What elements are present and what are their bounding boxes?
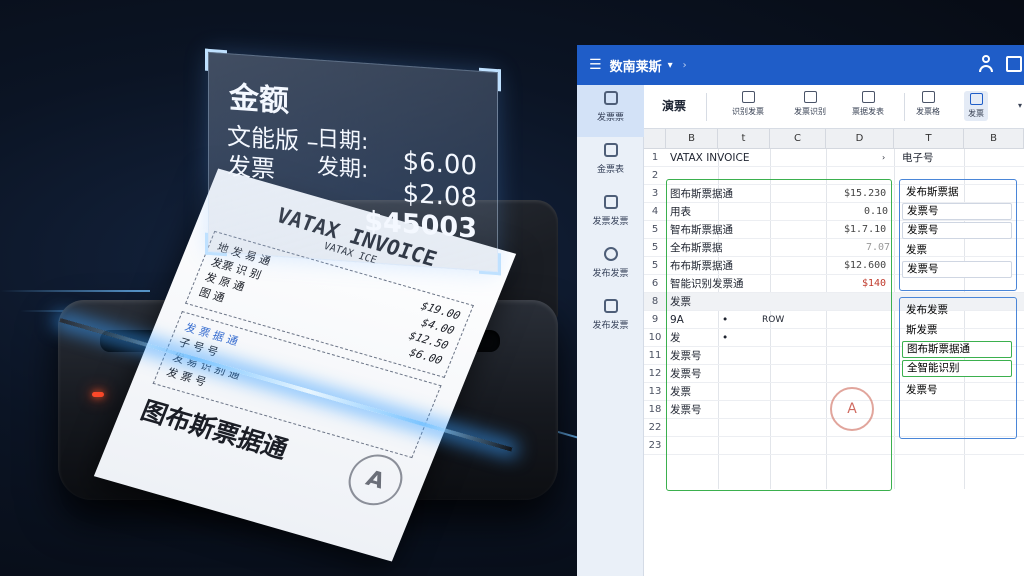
- field-value-selected[interactable]: 图布斯票据通: [902, 341, 1012, 358]
- spreadsheet-grid: B t C D T B 1 VATAX INVOICE › 电子号 2 3 图布斯票据通…: [644, 129, 1024, 576]
- title-bar: ☰ 数南莱斯 ▾ ›: [577, 45, 1024, 85]
- column-header[interactable]: C: [770, 129, 826, 149]
- field-label: 发布斯票据: [906, 186, 959, 198]
- column-header[interactable]: B: [964, 129, 1024, 149]
- field-label: 发票号: [906, 384, 938, 396]
- hologram-value: $6.00: [402, 146, 477, 182]
- menu-icon[interactable]: ☰: [589, 57, 602, 73]
- ribbon-button-active[interactable]: 发票: [964, 91, 988, 121]
- sidebar-item-publish[interactable]: 发布发票: [577, 241, 644, 293]
- sidebar-item-table[interactable]: 金票表: [577, 137, 644, 189]
- field-value-selected[interactable]: 全智能识别: [902, 360, 1012, 377]
- selection-range[interactable]: [666, 179, 892, 491]
- ribbon-button[interactable]: 票据发表: [852, 91, 884, 117]
- sidebar-item-label: 发布发票: [592, 269, 629, 279]
- ribbon-tab-home[interactable]: 演票: [662, 97, 686, 114]
- field-label: 发票: [906, 244, 927, 256]
- brush-icon: [969, 93, 983, 105]
- column-header[interactable]: D: [826, 129, 894, 149]
- hologram-issue-label: 发期:: [317, 154, 369, 184]
- field-value[interactable]: 发票号: [902, 261, 1012, 278]
- chat-icon: [741, 91, 755, 103]
- document-icon: [603, 143, 618, 157]
- ribbon-divider: [706, 93, 707, 121]
- settings-icon: [603, 247, 618, 261]
- stack-icon: [603, 195, 618, 209]
- hologram-corner: [479, 251, 501, 276]
- scanner-scene: VATAX INVOICE VATAX ICE 地 发 易 通$19.00 发票…: [0, 0, 580, 576]
- hologram-corner: [205, 48, 227, 73]
- field-label: 斯发票: [906, 324, 938, 336]
- hologram-amount-label: 金额: [229, 80, 289, 120]
- spreadsheet-app: ☰ 数南莱斯 ▾ › 发票票 金票表 发票发票 发布发票 发布发票 演票 识别发…: [577, 45, 1024, 576]
- ribbon-button[interactable]: 发票识别: [794, 91, 826, 117]
- hologram-panel: 金额 文能版 – 发票 日期: 发期: $6.00 $2.08 $45003: [205, 48, 501, 276]
- sidebar-item-issue[interactable]: 发票发票: [577, 189, 644, 241]
- hologram-corner: [205, 232, 227, 257]
- image-icon: [803, 91, 817, 103]
- field-label: 发布发票: [906, 304, 948, 316]
- app-title: 数南莱斯: [609, 59, 662, 75]
- sidebar-item-label: 发票发票: [592, 217, 629, 227]
- scanner-led: [92, 392, 104, 397]
- ribbon-button[interactable]: 发票格: [916, 91, 940, 117]
- cart-icon: [603, 299, 618, 313]
- sidebar-item-label: 发票票: [596, 113, 624, 123]
- column-header[interactable]: T: [894, 129, 964, 149]
- sidebar-item-invoices[interactable]: 发票票: [577, 85, 644, 137]
- chevron-down-icon[interactable]: ▾: [668, 60, 673, 71]
- user-icon[interactable]: [978, 55, 994, 73]
- chevron-down-icon[interactable]: ▾: [1018, 101, 1022, 110]
- hologram-line: 发票: [227, 152, 275, 184]
- column-header[interactable]: t: [718, 129, 770, 149]
- hologram-corner: [479, 67, 501, 92]
- light-streak: [0, 290, 150, 292]
- sidebar-item-cart[interactable]: 发布发票: [577, 293, 644, 345]
- ribbon-toolbar: 演票 识别发票 发票识别 票据发表 发票格 发票 ▾: [644, 85, 1024, 129]
- chevron-right-icon[interactable]: ›: [683, 60, 687, 71]
- grid-icon: [603, 91, 618, 105]
- field-value[interactable]: 发票号: [902, 203, 1012, 220]
- ribbon-divider: [904, 93, 905, 121]
- calendar-icon: [921, 91, 935, 103]
- table-row[interactable]: 1 VATAX INVOICE › 电子号: [644, 149, 1024, 168]
- column-header[interactable]: B: [666, 129, 718, 149]
- field-value[interactable]: 发票号: [902, 222, 1012, 239]
- file-icon: [861, 91, 875, 103]
- sidebar-item-label: 发布发票: [592, 321, 629, 331]
- sidebar-item-label: 金票表: [596, 165, 624, 175]
- window-icon[interactable]: [1006, 56, 1022, 72]
- sidebar: 发票票 金票表 发票发票 发布发票 发布发票: [577, 85, 644, 576]
- hologram-total: $45003: [364, 205, 477, 245]
- ribbon-button[interactable]: 识别发票: [732, 91, 764, 117]
- invoice-stamp: A: [830, 387, 874, 431]
- corner-header: [644, 129, 666, 149]
